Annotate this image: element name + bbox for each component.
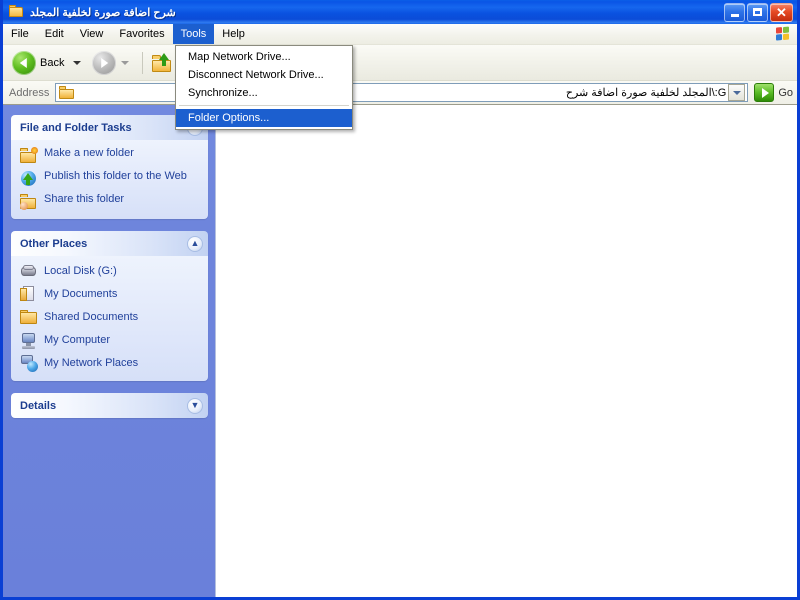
task-make-a-new-folder[interactable]: Make a new folder [20, 146, 202, 164]
task-share-this-folder[interactable]: Share this folder [20, 192, 202, 210]
close-button[interactable]: ✕ [770, 2, 793, 22]
tools-dropdown-menu: Map Network Drive... Disconnect Network … [175, 45, 353, 130]
window-title: شرح اضافة صورة لخلفية المجلد [30, 6, 176, 19]
menu-option-synchronize[interactable]: Synchronize... [176, 84, 352, 102]
window-body: File and Folder Tasks ▲ Make a new folde… [3, 105, 797, 597]
panel-details: Details ▼ [11, 393, 208, 418]
go-button[interactable]: Go [754, 83, 793, 102]
chevron-down-icon [732, 90, 741, 95]
task-pane-sidebar: File and Folder Tasks ▲ Make a new folde… [3, 105, 215, 597]
hard-disk-icon [20, 263, 38, 280]
place-local-disk-g[interactable]: Local Disk (G:) [20, 262, 202, 280]
place-label: My Documents [44, 288, 118, 300]
menu-option-folder-options[interactable]: Folder Options... [176, 109, 352, 127]
menu-item-favorites[interactable]: Favorites [111, 24, 172, 44]
share-folder-icon [20, 193, 38, 210]
menu-option-map-network-drive[interactable]: Map Network Drive... [176, 48, 352, 66]
chevron-down-icon[interactable]: ▼ [187, 397, 203, 414]
panel-title: Details [20, 399, 57, 412]
go-arrow-icon [754, 83, 775, 102]
minimize-icon [730, 13, 739, 17]
panel-file-and-folder-tasks: File and Folder Tasks ▲ Make a new folde… [11, 115, 208, 219]
panel-title: Other Places [20, 237, 88, 250]
back-button[interactable]: Back [9, 48, 89, 78]
task-publish-this-folder-to-the-web[interactable]: Publish this folder to the Web [20, 169, 202, 187]
go-label: Go [778, 86, 793, 99]
forward-dropdown-icon[interactable] [121, 60, 130, 65]
close-icon: ✕ [776, 4, 787, 20]
panel-body: Local Disk (G:) My Documents Shared Docu… [11, 256, 208, 381]
menu-item-view[interactable]: View [72, 24, 112, 44]
network-places-icon [20, 355, 38, 372]
back-label: Back [40, 56, 65, 69]
menu-item-help[interactable]: Help [214, 24, 253, 44]
place-label: Shared Documents [44, 311, 139, 323]
address-input[interactable]: G:\المجلد لخلفية صورة اضافة شرح [55, 83, 749, 102]
folder-icon [59, 86, 75, 99]
file-list-pane[interactable] [215, 105, 797, 597]
address-label: Address [9, 86, 50, 99]
back-arrow-icon [12, 50, 36, 75]
menu-item-file[interactable]: File [3, 24, 37, 44]
my-documents-icon [20, 286, 38, 303]
place-shared-documents[interactable]: Shared Documents [20, 308, 202, 326]
task-label: Publish this folder to the Web [44, 170, 187, 182]
task-label: Share this folder [44, 193, 125, 205]
place-my-network-places[interactable]: My Network Places [20, 354, 202, 372]
panel-body: Make a new folder Publish this folder to… [11, 140, 208, 219]
explorer-window: شرح اضافة صورة لخلفية المجلد ✕ File Edit… [0, 0, 800, 600]
navigation-toolbar: Back [3, 45, 797, 81]
address-bar: Address G:\المجلد لخلفية صورة اضافة شرح … [3, 81, 797, 105]
title-bar: شرح اضافة صورة لخلفية المجلد ✕ [3, 0, 797, 24]
menu-separator [179, 105, 349, 106]
folder-icon [7, 4, 25, 20]
place-label: My Network Places [44, 357, 139, 369]
toolbar-separator [142, 51, 144, 74]
panel-other-places: Other Places ▲ Local Disk (G:) My Docume… [11, 231, 208, 381]
back-dropdown-icon[interactable] [73, 60, 82, 65]
menu-option-disconnect-network-drive[interactable]: Disconnect Network Drive... [176, 66, 352, 84]
menu-item-tools[interactable]: Tools [172, 24, 215, 44]
address-dropdown-button[interactable] [728, 84, 746, 101]
chevron-up-icon[interactable]: ▲ [187, 235, 203, 252]
panel-header[interactable]: Other Places ▲ [11, 231, 208, 256]
new-folder-icon [20, 147, 38, 164]
place-my-computer[interactable]: My Computer [20, 331, 202, 349]
up-folder-icon [151, 52, 173, 73]
forward-button[interactable] [89, 48, 137, 78]
forward-arrow-icon [92, 50, 117, 75]
my-computer-icon [20, 332, 38, 349]
window-controls: ✕ [724, 2, 795, 22]
maximize-icon [753, 8, 762, 16]
maximize-button[interactable] [747, 2, 768, 22]
publish-web-icon [20, 170, 38, 187]
windows-flag-icon [769, 24, 797, 44]
shared-documents-icon [20, 309, 38, 326]
place-label: Local Disk (G:) [44, 265, 117, 277]
place-label: My Computer [44, 334, 111, 346]
menu-bar: File Edit View Favorites Tools Help [3, 24, 797, 45]
task-label: Make a new folder [44, 147, 134, 159]
place-my-documents[interactable]: My Documents [20, 285, 202, 303]
panel-header[interactable]: Details ▼ [11, 393, 208, 418]
panel-title: File and Folder Tasks [20, 121, 132, 134]
menu-item-edit[interactable]: Edit [37, 24, 72, 44]
up-button[interactable] [148, 48, 176, 78]
minimize-button[interactable] [724, 2, 745, 22]
